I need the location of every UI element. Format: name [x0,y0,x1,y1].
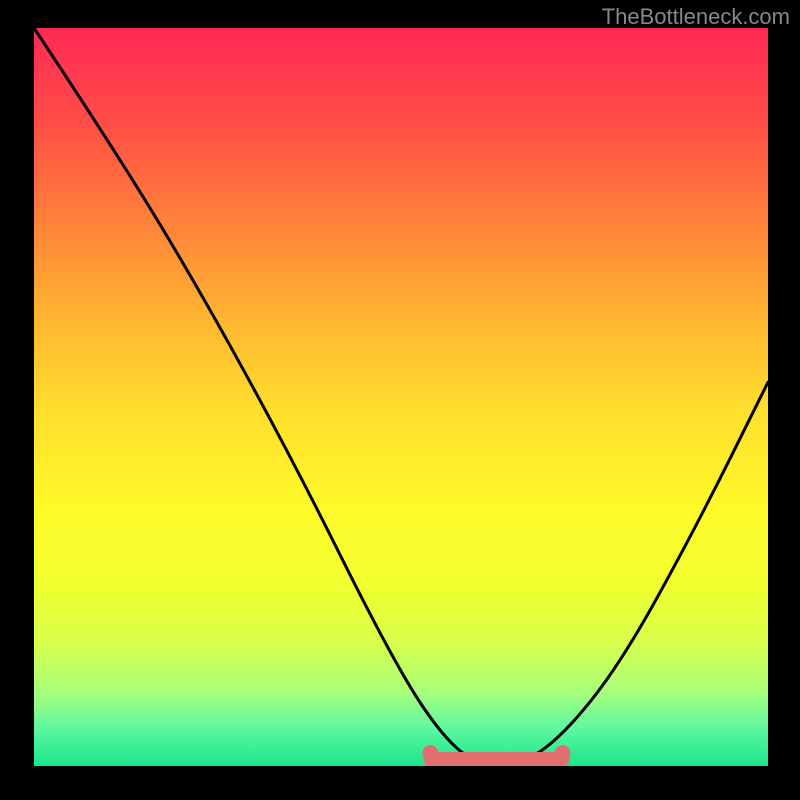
optimal-range-cap-right [554,745,570,761]
bottleneck-curve [34,28,768,766]
watermark-label: TheBottleneck.com [602,4,790,30]
chart-svg [34,28,768,766]
optimal-range-cap-left [422,745,438,761]
chart-frame [34,28,768,766]
